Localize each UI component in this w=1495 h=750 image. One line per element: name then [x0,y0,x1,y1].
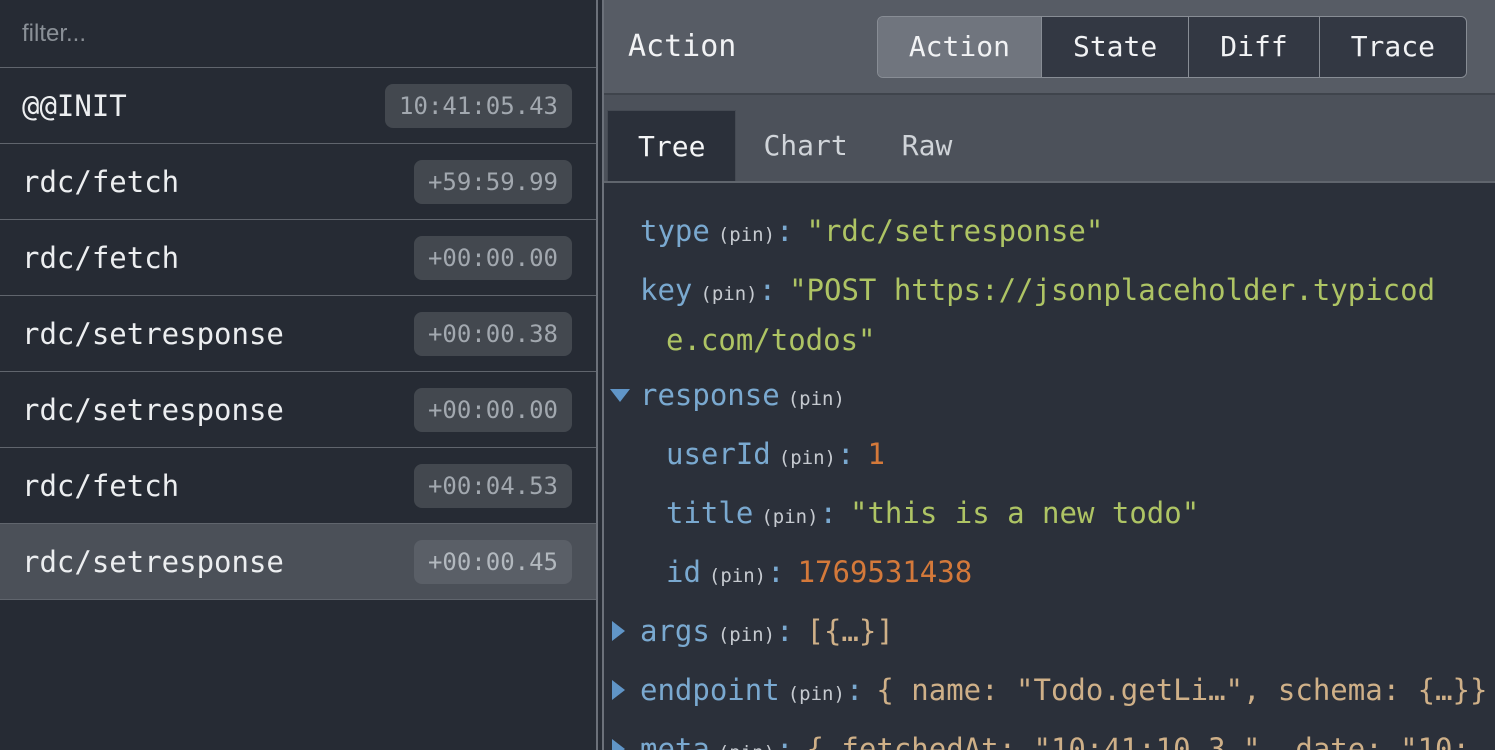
key-colon: : [767,555,784,589]
action-list-panel: @@INIT 10:41:05.43 rdc/fetch +59:59.99 r… [0,0,598,750]
filter-row [0,0,596,68]
pin-link[interactable]: (pin) [718,624,775,646]
inspector-panel: Action Action State Diff Trace Tree Char… [604,0,1495,750]
action-list-item-selected[interactable]: rdc/setresponse +00:00.45 [0,524,596,600]
tree-key-expandable[interactable]: endpoint [640,673,780,707]
key-colon: : [846,673,863,707]
action-list-item[interactable]: rdc/fetch +00:00.00 [0,220,596,296]
tree-row-userId: userId (pin):1 [604,431,1495,481]
tree-value-number: 1 [867,437,884,471]
tree-key: title [666,496,753,530]
action-timestamp-badge: +00:04.53 [414,464,572,508]
action-list-item[interactable]: rdc/setresponse +00:00.38 [0,296,596,372]
action-timestamp-badge: +59:59.99 [414,160,572,204]
tree-value-string: "this is a new todo" [850,496,1199,530]
inspector-header: Action Action State Diff Trace [604,0,1495,95]
key-colon: : [776,614,793,648]
action-list-item[interactable]: @@INIT 10:41:05.43 [0,68,596,144]
action-name: rdc/setresponse [22,393,284,427]
action-list-item[interactable]: rdc/setresponse +00:00.00 [0,372,596,448]
expand-arrow-icon[interactable] [612,680,625,700]
tree-value-string: e.com/todos" [666,323,876,357]
action-list: @@INIT 10:41:05.43 rdc/fetch +59:59.99 r… [0,68,596,600]
action-timestamp-badge: +00:00.45 [414,540,572,584]
key-colon: : [759,273,776,307]
tree-value-preview: [{…}] [807,614,894,648]
subtab-tree[interactable]: Tree [607,110,736,181]
redux-devtools-window: @@INIT 10:41:05.43 rdc/fetch +59:59.99 r… [0,0,1495,750]
inspector-tab-group: Action State Diff Trace [877,16,1467,78]
action-list-item[interactable]: rdc/fetch +59:59.99 [0,144,596,220]
expand-arrow-icon[interactable] [612,621,625,641]
filter-input[interactable] [0,20,596,48]
action-name: rdc/fetch [22,241,179,275]
action-name: rdc/setresponse [22,317,284,351]
subtab-chart[interactable]: Chart [736,110,874,181]
tree-row-response: response (pin) [604,372,1495,422]
action-timestamp-badge: 10:41:05.43 [385,84,572,128]
tree-row-title: title (pin): "this is a new todo" [604,490,1495,540]
key-colon: : [837,437,854,471]
tree-value-preview: { fetchedAt: "10:41:10.3…", date: "10: [807,732,1470,750]
tree-value-string: "rdc/setresponse" [807,214,1104,248]
tree-row-args: args (pin): [{…}] [604,608,1495,658]
tree-key: userId [666,437,771,471]
subtab-raw[interactable]: Raw [875,110,980,181]
key-colon: : [820,496,837,530]
action-name: rdc/setresponse [22,545,284,579]
action-list-item[interactable]: rdc/fetch +00:04.53 [0,448,596,524]
pin-link[interactable]: (pin) [718,224,775,246]
tab-state[interactable]: State [1041,17,1188,77]
action-name: @@INIT [22,89,127,123]
key-colon: : [776,732,793,750]
action-name: rdc/fetch [22,469,179,503]
pin-link[interactable]: (pin) [788,388,845,410]
tree-value-number: 1769531438 [798,555,973,589]
tree-key: type [640,214,710,248]
pin-link[interactable]: (pin) [779,447,836,469]
action-name: rdc/fetch [22,165,179,199]
action-json-tree: type (pin): "rdc/setresponse" key (pin): "PO… [604,183,1495,750]
pin-link[interactable]: (pin) [700,283,757,305]
tree-row-type: type (pin): "rdc/setresponse" [604,208,1495,258]
tree-row-key: key (pin): "POST https://jsonplaceholder.t… [604,267,1495,363]
key-colon: : [776,214,793,248]
tree-value-string: "POST https://jsonplaceholder.typicod [789,273,1435,307]
tab-trace[interactable]: Trace [1319,17,1466,77]
pin-link[interactable]: (pin) [788,683,845,705]
action-timestamp-badge: +00:00.38 [414,312,572,356]
tree-row-meta: meta (pin): { fetchedAt: "10:41:10.3…", da… [604,726,1495,750]
pin-link[interactable]: (pin) [718,742,775,750]
tree-key: id [666,555,701,589]
tree-value-preview: { name: "Todo.getLi…", schema: {…}} [876,673,1487,707]
pin-link[interactable]: (pin) [761,506,818,528]
tree-key-expandable[interactable]: args [640,614,710,648]
tree-key: key [640,273,692,307]
tree-row-id: id (pin):1769531438 [604,549,1495,599]
tab-action[interactable]: Action [878,17,1041,77]
tree-key-expandable[interactable]: meta [640,732,710,750]
tab-diff[interactable]: Diff [1188,17,1318,77]
collapse-arrow-icon[interactable] [610,389,630,402]
expand-arrow-icon[interactable] [612,739,625,750]
action-timestamp-badge: +00:00.00 [414,388,572,432]
tree-key-expandable[interactable]: response [640,378,780,412]
tree-row-endpoint: endpoint (pin): { name: "Todo.getLi…", sch… [604,667,1495,717]
inspector-title: Action [628,29,736,64]
pin-link[interactable]: (pin) [709,565,766,587]
wrapped-value-line: e.com/todos" [640,317,1495,363]
view-subtab-bar: Tree Chart Raw [604,95,1495,183]
action-timestamp-badge: +00:00.00 [414,236,572,280]
